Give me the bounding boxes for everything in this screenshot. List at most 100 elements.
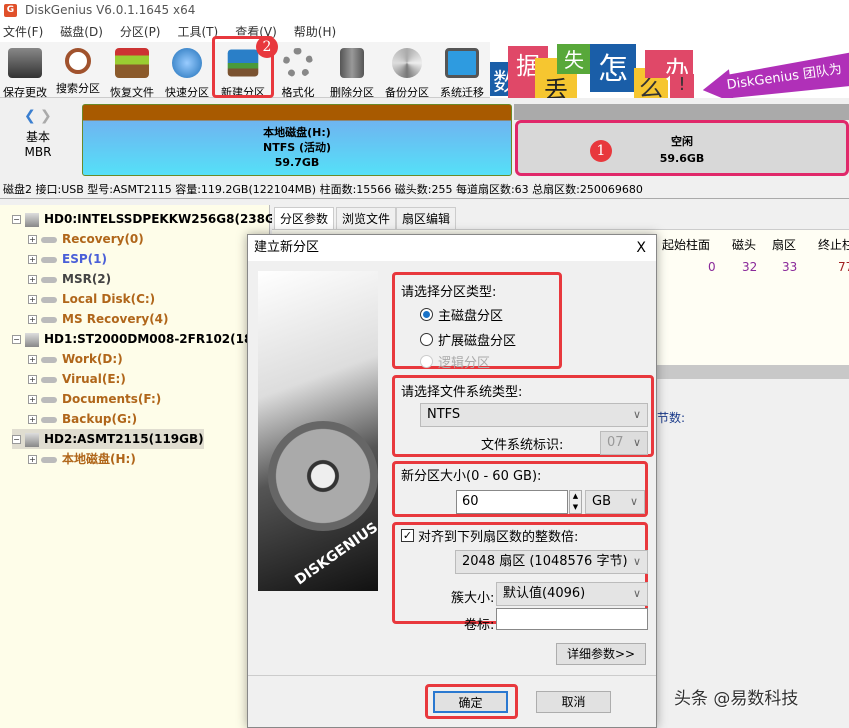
cancel-button[interactable]: 取消 (536, 691, 611, 713)
radio-label: 逻辑分区 (438, 352, 490, 371)
tree-partition-node[interactable]: + Backup(G:) (28, 409, 137, 429)
radio-logical[interactable]: 逻辑分区 (420, 352, 490, 371)
tree-label: Backup(G:) (62, 412, 137, 426)
tree-partition-node[interactable]: +Virual(E:) (28, 369, 126, 389)
step-1-badge: 1 (590, 140, 612, 162)
delete-partition-button[interactable]: 删除分区 (325, 46, 379, 96)
delete-icon (340, 48, 364, 78)
button-label: 删除分区 (330, 86, 374, 99)
align-checkbox[interactable]: ✓ 对齐到下列扇区数的整数倍: (401, 526, 578, 545)
tree-label: Local Disk(C:) (62, 292, 155, 306)
fs-type-select[interactable]: NTFS∨ (420, 403, 648, 427)
size-stepper[interactable]: ▲▼ (569, 490, 582, 514)
checkmark-icon: ✓ (401, 529, 414, 542)
free-label: 空闲 (518, 133, 846, 150)
tab-sector-edit[interactable]: 扇区编辑 (396, 207, 456, 229)
radio-primary[interactable]: 主磁盘分区 (420, 305, 503, 324)
menu-disk[interactable]: 磁盘(D) (57, 23, 107, 40)
free-space-block[interactable]: 空闲 59.6GB (515, 120, 849, 176)
restore-icon (115, 48, 149, 78)
promo-banner[interactable]: 数 据 丢 失 怎 么 办 ! DiskGenius 团队为 (490, 42, 849, 98)
chevron-down-icon: ∨ (633, 551, 641, 573)
disk-tree[interactable]: −HD0:INTELSSDPEKKW256G8(238GB)+Recovery(… (0, 205, 270, 728)
chevron-down-icon: ∨ (633, 404, 641, 426)
prev-disk-icon[interactable]: ❮ (24, 108, 36, 124)
partition-style: MBR (0, 145, 76, 159)
tree-partition-node[interactable]: +本地磁盘(H:) (28, 449, 136, 469)
expand-icon[interactable]: + (28, 315, 37, 324)
tree-partition-node[interactable]: +MS Recovery(4) (28, 309, 169, 329)
collapse-icon[interactable]: − (12, 335, 21, 344)
save-changes-button[interactable]: 保存更改 (0, 46, 52, 96)
menu-file[interactable]: 文件(F) (0, 23, 47, 40)
tree-partition-node[interactable]: +MSR(2) (28, 269, 111, 289)
align-label: 对齐到下列扇区数的整数倍: (418, 526, 578, 545)
cluster-select[interactable]: 默认值(4096)∨ (496, 582, 648, 606)
tab-browse-files[interactable]: 浏览文件 (336, 207, 396, 229)
fs-id-select[interactable]: 07∨ (600, 431, 648, 455)
tab-partition-params[interactable]: 分区参数 (274, 207, 334, 229)
tree-label: Documents(F:) (62, 392, 161, 406)
partition-block-h[interactable]: 本地磁盘(H:) NTFS (活动) 59.7GB (82, 104, 512, 176)
system-migration-button[interactable]: 系统迁移 (435, 46, 489, 96)
format-button[interactable]: 格式化 (271, 46, 325, 96)
ok-button[interactable]: 确定 (433, 691, 508, 713)
sector-count-label: 节数: (657, 409, 685, 426)
tree-partition-node[interactable]: +ESP(1) (28, 249, 107, 269)
backup-partition-button[interactable]: 备份分区 (380, 46, 434, 96)
advanced-button[interactable]: 详细参数>> (556, 643, 646, 665)
tree-partition-node[interactable]: + Recovery(0) (28, 229, 144, 249)
size-unit-select[interactable]: GB ∨ (585, 490, 645, 514)
expand-icon[interactable]: + (28, 355, 37, 364)
partition-icon (41, 377, 57, 383)
partition-icon (41, 397, 57, 403)
expand-icon[interactable]: + (28, 395, 37, 404)
expand-icon[interactable]: + (28, 455, 37, 464)
expand-icon[interactable]: + (28, 375, 37, 384)
button-label: 保存更改 (3, 86, 47, 99)
chevron-down-icon: ∨ (633, 432, 641, 454)
partition-icon (41, 237, 57, 243)
tree-disk-node[interactable]: −HD2:ASMT2115(119GB) (12, 429, 204, 449)
quick-partition-button[interactable]: 快速分区 (160, 46, 214, 96)
collapse-icon[interactable]: − (12, 435, 21, 444)
volume-input[interactable] (496, 608, 648, 630)
recover-files-button[interactable]: 恢复文件 (105, 46, 159, 96)
next-disk-icon[interactable]: ❯ (40, 108, 52, 124)
tree-partition-node[interactable]: + Documents(F:) (28, 389, 161, 409)
close-icon[interactable]: X (636, 235, 646, 261)
radio-extended[interactable]: 扩展磁盘分区 (420, 330, 516, 349)
partition-icon (41, 257, 57, 263)
unit-value: GB (592, 494, 611, 509)
col-sector: 扇区 (772, 236, 796, 253)
expand-icon[interactable]: + (28, 255, 37, 264)
button-label: 快速分区 (165, 86, 209, 99)
quick-partition-icon (172, 48, 202, 78)
expand-icon[interactable]: + (28, 275, 37, 284)
tree-label: Recovery(0) (62, 232, 144, 246)
migrate-icon (445, 48, 479, 78)
expand-icon[interactable]: + (28, 235, 37, 244)
search-partition-button[interactable]: 搜索分区 (51, 46, 105, 96)
menu-help[interactable]: 帮助(H) (291, 23, 340, 40)
app-logo-icon: G (4, 4, 17, 17)
expand-icon[interactable]: + (28, 415, 37, 424)
tree-disk-node[interactable]: −HD0:INTELSSDPEKKW256G8(238GB) (12, 209, 289, 229)
free-size: 59.6GB (518, 150, 846, 167)
expand-icon[interactable]: + (28, 295, 37, 304)
align-select[interactable]: 2048 扇区 (1048576 字节)∨ (455, 550, 648, 574)
tree-partition-node[interactable]: + Local Disk(C:) (28, 289, 155, 309)
chevron-down-icon: ∨ (630, 491, 638, 513)
title-bar: G DiskGenius V6.0.1.1645 x64 (0, 0, 849, 20)
collapse-icon[interactable]: − (12, 215, 21, 224)
divider (248, 675, 656, 676)
partition-size: 59.7GB (83, 155, 511, 170)
format-icon (283, 48, 313, 78)
size-input[interactable]: 60 (456, 490, 568, 514)
menu-partition[interactable]: 分区(P) (117, 23, 165, 40)
button-label: 系统迁移 (440, 86, 484, 99)
tree-partition-node[interactable]: +Work(D:) (28, 349, 123, 369)
button-label: 备份分区 (385, 86, 429, 99)
disk-map: ❮ ❯ 基本 MBR 本地磁盘(H:) NTFS (活动) 59.7GB 空闲 … (0, 100, 849, 180)
fs-id-label: 文件系统标识: (481, 434, 563, 453)
